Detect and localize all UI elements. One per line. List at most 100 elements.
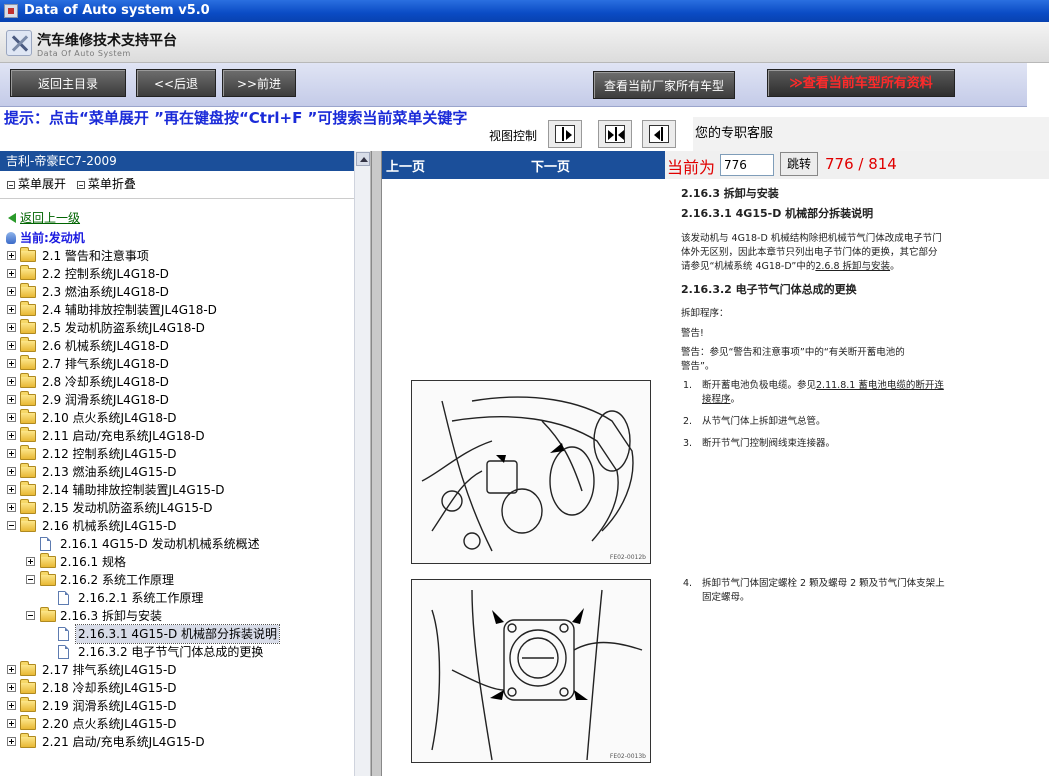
view-split-button[interactable] <box>598 120 632 148</box>
expand-icon[interactable] <box>7 737 16 746</box>
engine-figure-1: FE02-0012b <box>411 380 651 564</box>
doc-text: 警告! <box>681 328 704 339</box>
collapse-menu-link[interactable]: 菜单折叠 <box>88 177 136 191</box>
expand-icon[interactable] <box>7 467 16 476</box>
page-jump: 当前为 跳转 776 / 814 <box>665 151 1049 179</box>
expand-icon[interactable] <box>7 251 16 260</box>
step-number: 4. <box>683 578 693 589</box>
expand-icon[interactable] <box>7 665 16 674</box>
figure-code: FE02-0012b <box>609 554 646 561</box>
next-page-link[interactable]: 下一页 <box>531 156 570 175</box>
folder-open-icon <box>40 571 56 586</box>
expand-icon[interactable] <box>7 269 16 278</box>
folder-icon <box>20 247 36 262</box>
view-control-label: 视图控制 <box>489 129 538 143</box>
all-data-button[interactable]: ≫查看当前车型所有资料 <box>767 69 955 97</box>
scroll-up-icon[interactable] <box>356 152 370 166</box>
panel-splitter[interactable] <box>371 151 382 776</box>
doc-step: 断开节气门控制阀线束连接器。 <box>702 438 836 449</box>
folder-icon <box>20 679 36 694</box>
back-up-link[interactable]: 返回上一级 <box>8 209 80 226</box>
search-hint: 提示：点击“菜单展开 ”再在键盘按“Ctrl+F ”可搜索当前菜单关键字 <box>4 109 468 127</box>
collapse-icon[interactable] <box>26 575 35 584</box>
expand-icon[interactable] <box>7 719 16 728</box>
expand-icon[interactable] <box>7 323 16 332</box>
doc-text: 警告：参见“警告和注意事项”中的“有关断开蓄电池的 <box>681 347 905 358</box>
expand-icon[interactable] <box>7 449 16 458</box>
expand-icon[interactable] <box>7 701 16 710</box>
folder-icon <box>40 553 56 568</box>
database-icon <box>6 232 16 244</box>
folder-open-icon <box>40 607 56 622</box>
step-number: 1. <box>683 380 693 391</box>
page-icon <box>58 627 69 641</box>
tree-scrollbar[interactable] <box>354 151 370 776</box>
doc-heading-2: 2.16.3.1 4G15-D 机械部分拆装说明 <box>681 207 874 220</box>
view-expand-left-button[interactable] <box>642 120 676 148</box>
engine-figure-2: FE02-0013b <box>411 579 651 763</box>
expand-icon[interactable] <box>7 431 16 440</box>
folder-icon <box>20 265 36 280</box>
expand-icon[interactable] <box>7 395 16 404</box>
folder-icon <box>20 481 36 496</box>
page-icon <box>58 591 69 605</box>
page-number-input[interactable] <box>720 154 774 176</box>
collapse-icon[interactable] <box>26 611 35 620</box>
window-title-bar: Data of Auto system v5.0 <box>0 0 1049 22</box>
home-button[interactable]: 返回主目录 <box>10 69 126 97</box>
page-icon <box>40 537 51 551</box>
step-number: 2. <box>683 416 693 427</box>
doc-link[interactable]: 2.11.8.1 蓄电池电缆的断开连 <box>816 380 944 391</box>
folder-icon <box>20 337 36 352</box>
expand-icon[interactable] <box>7 287 16 296</box>
expand-icon[interactable] <box>7 359 16 368</box>
collapse-icon[interactable] <box>7 521 16 530</box>
doc-paragraph: 请参见“机械系统 4G18-D”中的2.6.8 拆卸与安装。 <box>681 261 900 272</box>
folder-icon <box>20 427 36 442</box>
back-arrow-icon <box>8 213 16 223</box>
folder-open-icon <box>20 517 36 532</box>
expand-icon[interactable] <box>7 413 16 422</box>
doc-link[interactable]: 接程序 <box>702 394 731 405</box>
car-model-title: 吉利-帝豪EC7-2009 <box>0 151 354 171</box>
expand-menu-link[interactable]: 菜单展开 <box>18 177 66 191</box>
folder-icon <box>20 283 36 298</box>
expand-left-icon <box>649 125 669 143</box>
expand-icon[interactable] <box>7 683 16 692</box>
doc-step: 断开蓄电池负极电缆。参见2.11.8.1 蓄电池电缆的断开连 <box>702 380 944 391</box>
doc-heading-1: 2.16.3 拆卸与安装 <box>681 187 779 200</box>
maker-models-button[interactable]: 查看当前厂家所有车型 <box>593 71 735 99</box>
page-count: 776 / 814 <box>825 155 897 173</box>
split-view-icon <box>605 125 625 143</box>
expand-icon[interactable] <box>7 485 16 494</box>
figure-code: FE02-0013b <box>609 753 646 760</box>
expand-icon[interactable] <box>7 341 16 350</box>
folder-icon <box>20 319 36 334</box>
back-button[interactable]: <<后退 <box>136 69 216 97</box>
current-page-label: 当前为 <box>667 158 716 177</box>
doc-step: 拆卸节气门体固定螺栓 2 颗及螺母 2 颗及节气门体支架上 <box>702 578 945 589</box>
forward-button[interactable]: >>前进 <box>222 69 296 97</box>
expand-icon[interactable] <box>7 503 16 512</box>
expand-icon[interactable] <box>26 557 35 566</box>
folder-icon <box>20 733 36 748</box>
folder-icon <box>20 301 36 316</box>
doc-link[interactable]: 2.6.8 拆卸与安装 <box>815 261 890 272</box>
expand-icon[interactable] <box>7 377 16 386</box>
expand-icon[interactable] <box>7 305 16 314</box>
doc-text: 警告”。 <box>681 361 715 372</box>
view-expand-right-button[interactable] <box>548 120 582 148</box>
folder-icon <box>20 697 36 712</box>
app-icon <box>4 4 18 18</box>
step-number: 3. <box>683 438 693 449</box>
brand-subtitle: Data Of Auto System <box>37 49 131 58</box>
folder-icon <box>20 445 36 460</box>
prev-page-link[interactable]: 上一页 <box>386 156 425 175</box>
jump-button[interactable]: 跳转 <box>780 152 818 176</box>
window-title: Data of Auto system v5.0 <box>24 3 210 18</box>
collapse-menu-icon <box>76 181 85 189</box>
expand-menu-icon <box>7 181 15 189</box>
brand-title: 汽车维修技术支持平台 <box>37 33 177 49</box>
service-contact[interactable]: 您的专职客服 <box>693 117 1049 151</box>
toolbar-blank-pane <box>1027 63 1049 107</box>
